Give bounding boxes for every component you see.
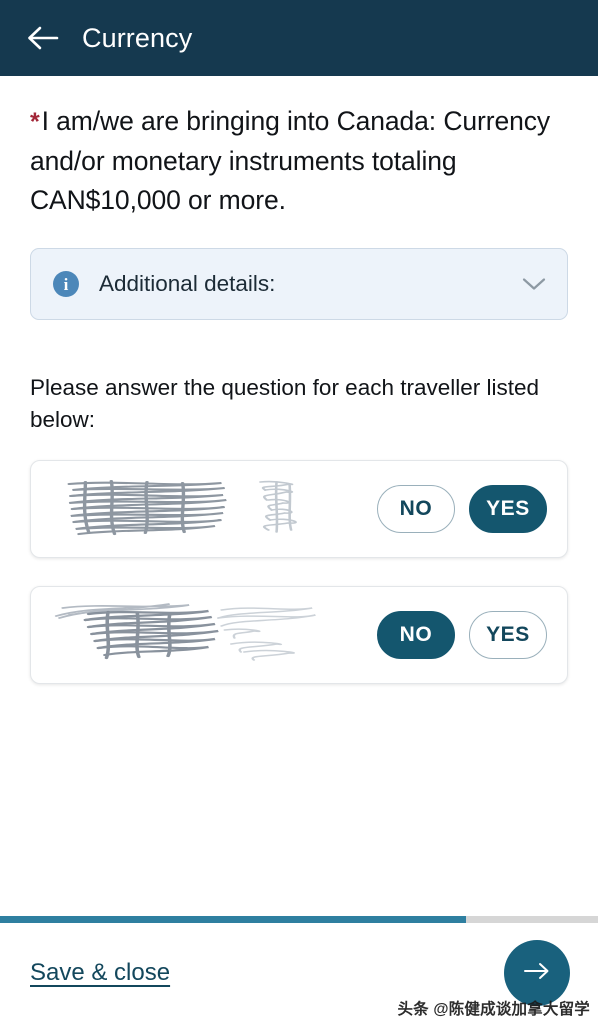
traveller-name-redacted xyxy=(53,600,377,670)
traveller-row: NO YES xyxy=(30,460,568,558)
back-button[interactable] xyxy=(22,17,64,59)
answer-option-yes[interactable]: YES xyxy=(469,611,547,659)
arrow-right-icon xyxy=(523,961,551,986)
answer-option-no[interactable]: NO xyxy=(377,485,455,533)
watermark-text: 头条 @陈健成谈加拿大留学 xyxy=(397,1001,590,1018)
footer: Save & close 头条 @陈健成谈加拿大留学 xyxy=(0,916,598,1023)
info-circle-icon: i xyxy=(53,271,79,297)
instruction-text: Please answer the question for each trav… xyxy=(30,375,540,432)
redaction-scribble-icon xyxy=(67,479,297,536)
traveller-list: NO YES NO YES xyxy=(30,460,568,684)
required-asterisk: * xyxy=(30,108,40,136)
next-button[interactable] xyxy=(504,940,570,1006)
page-content: *I am/we are bringing into Canada: Curre… xyxy=(0,102,598,684)
answer-option-yes[interactable]: YES xyxy=(469,485,547,533)
traveller-name-redacted xyxy=(53,474,377,544)
footer-actions: Save & close 头条 @陈健成谈加拿大留学 xyxy=(0,923,598,1023)
answer-toggle-group: NO YES xyxy=(377,485,547,533)
additional-details-accordion[interactable]: i Additional details: xyxy=(30,248,568,320)
page-title: Currency xyxy=(82,22,193,53)
additional-details-label: Additional details: xyxy=(99,271,276,296)
traveller-row: NO YES xyxy=(30,586,568,684)
answer-toggle-group: NO YES xyxy=(377,611,547,659)
save-and-close-link[interactable]: Save & close xyxy=(30,959,170,987)
app-header: Currency xyxy=(0,0,598,76)
progress-bar xyxy=(0,916,598,923)
question-label: I am/we are bringing into Canada: Curren… xyxy=(30,106,551,215)
chevron-down-icon[interactable] xyxy=(521,271,547,297)
arrow-left-icon xyxy=(26,25,60,51)
progress-bar-fill xyxy=(0,916,467,923)
answer-option-no[interactable]: NO xyxy=(377,611,455,659)
redaction-scribble-icon xyxy=(54,603,316,661)
question-text: *I am/we are bringing into Canada: Curre… xyxy=(30,102,568,220)
